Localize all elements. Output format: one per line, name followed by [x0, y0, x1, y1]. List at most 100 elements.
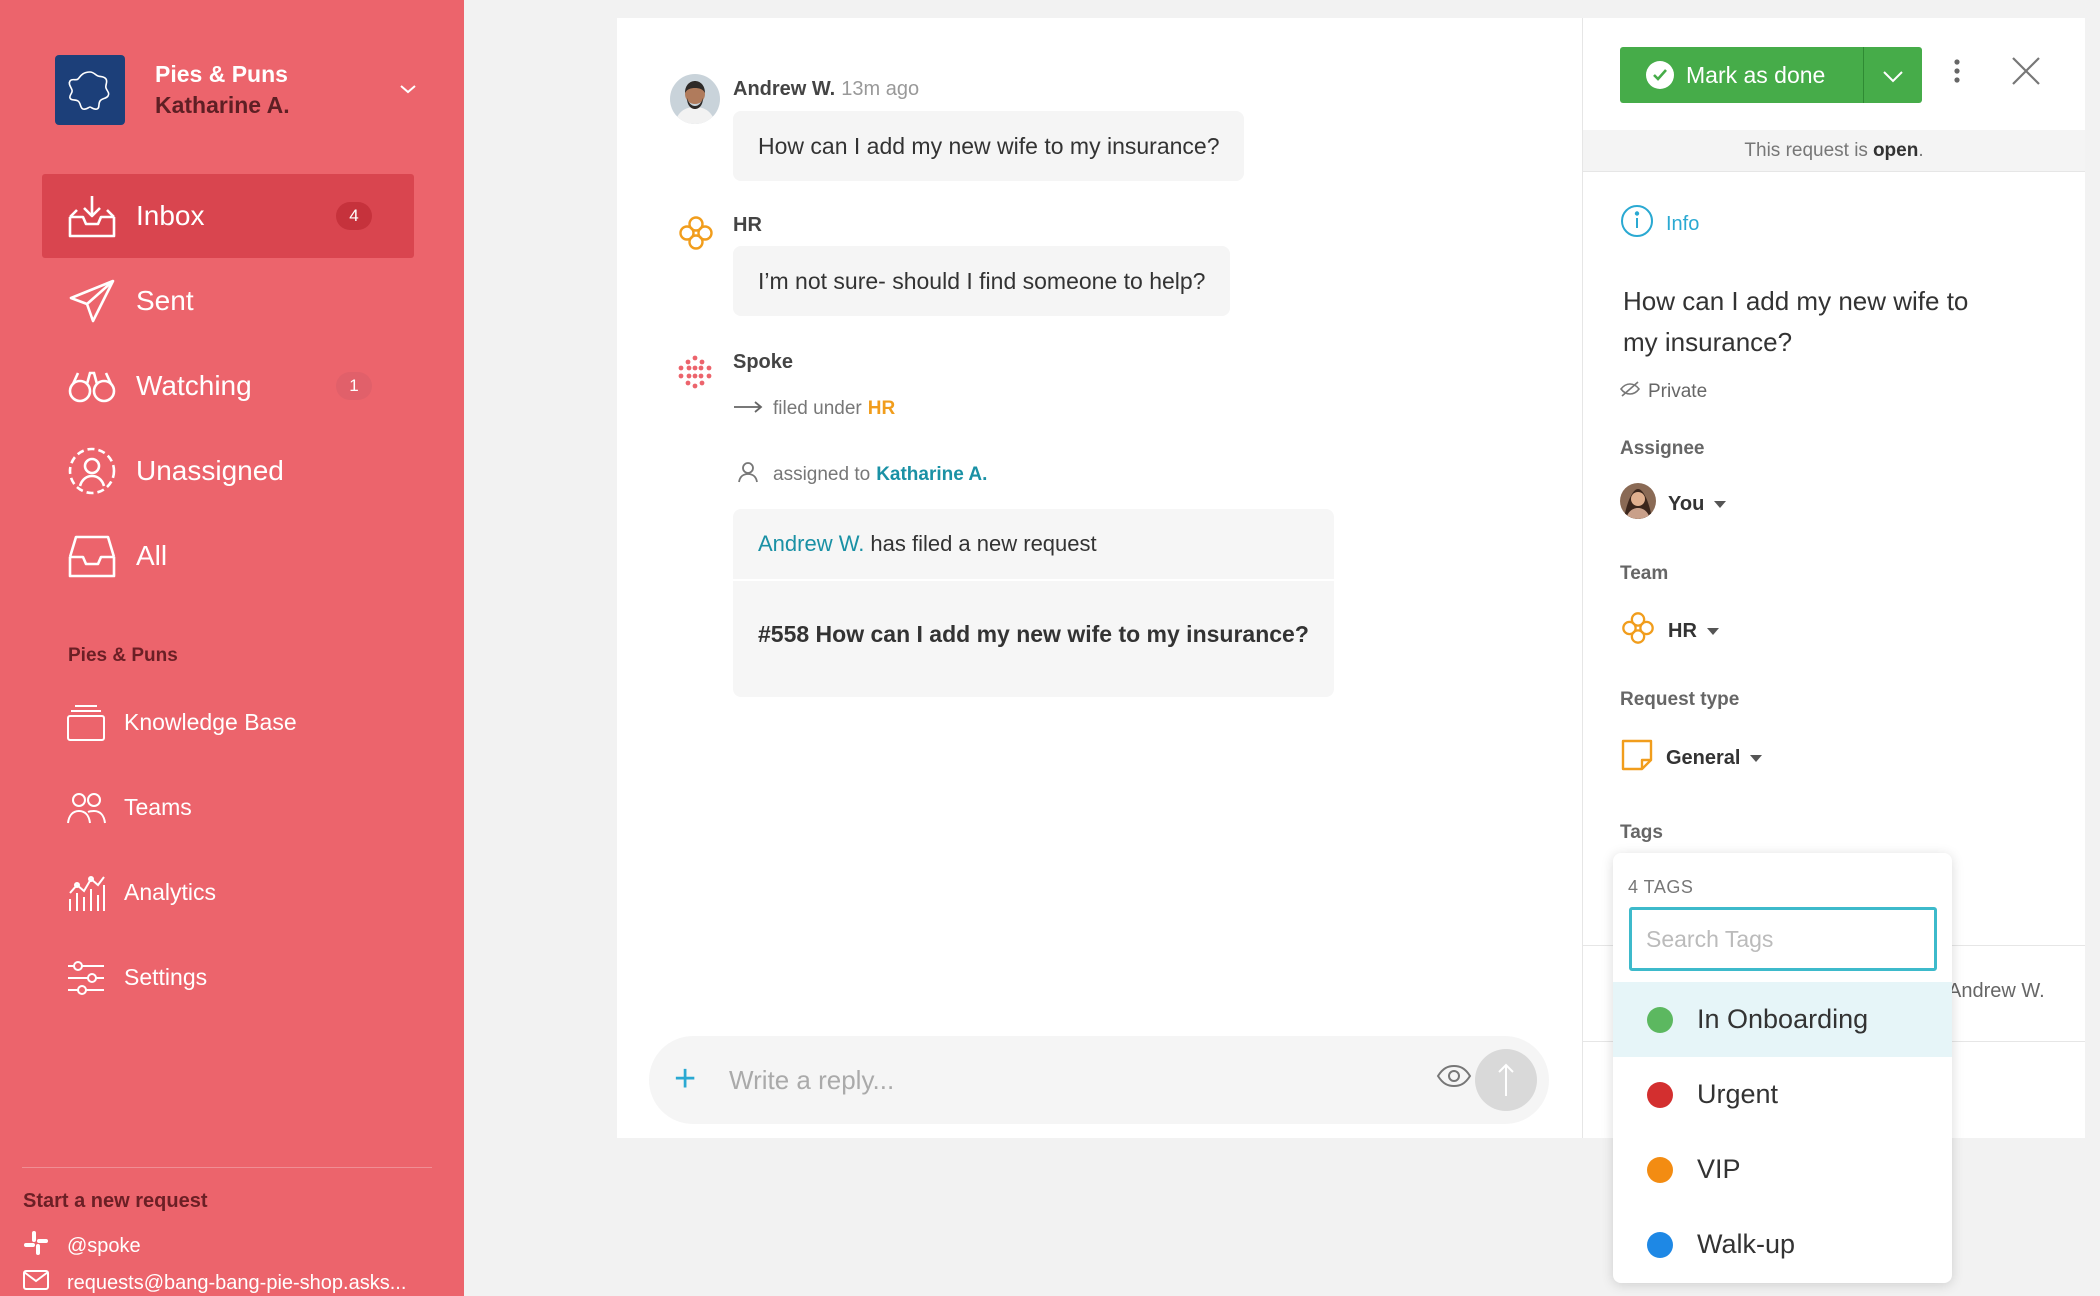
card-action-text: has filed a new request [870, 531, 1097, 556]
org-switcher[interactable]: Pies & Puns Katharine A. [55, 55, 435, 125]
new-request-title: Start a new request [23, 1190, 208, 1212]
message-time: 13m ago [841, 78, 920, 100]
filed-team-link[interactable]: HR [868, 398, 895, 420]
nav-label-analytics: Analytics [124, 879, 217, 905]
message-header: Andrew W. 13m ago [733, 78, 919, 101]
nav-item-teams[interactable]: Teams [62, 765, 422, 850]
status-prefix: This request is [1744, 139, 1868, 161]
nav-item-inbox[interactable]: Inbox 4 [42, 174, 414, 258]
tag-color-dot [1647, 1081, 1673, 1108]
tag-option-walk-up[interactable]: Walk-up [1613, 1207, 1952, 1282]
request-title: How can I add my new wife to my insuranc… [1623, 286, 1969, 357]
close-icon[interactable] [2011, 56, 2041, 91]
filed-under-text: filed under [773, 398, 862, 419]
main-nav: Inbox 4 Sent Watching 1 Unassigned All [42, 174, 414, 599]
tag-option-in-onboarding[interactable]: In Onboarding [1613, 982, 1952, 1057]
message-author: Andrew W. [733, 78, 836, 100]
nav-label-unassigned: Unassigned [136, 455, 284, 486]
hr-team-icon [1620, 610, 1656, 652]
team-value: HR [1668, 619, 1697, 642]
chevron-down-icon[interactable] [396, 77, 420, 106]
chevron-down-icon[interactable] [1878, 61, 1908, 97]
sidebar-divider [22, 1167, 432, 1168]
slack-contact[interactable]: @spoke [23, 1230, 443, 1262]
nav-item-unassigned[interactable]: Unassigned [42, 429, 414, 513]
tab-info[interactable]: Info [1620, 204, 1699, 244]
send-button[interactable] [1475, 1049, 1537, 1111]
hr-team-icon [677, 214, 715, 257]
filed-under-event: filed under HR [733, 398, 895, 420]
sidebar: Pies & Puns Katharine A. Inbox 4 Sent Wa… [0, 0, 464, 1296]
tag-option-vip[interactable]: VIP [1613, 1132, 1952, 1207]
tab-info-label: Info [1666, 212, 1700, 235]
eye-icon[interactable] [1436, 1064, 1472, 1093]
privacy-label: Private [1648, 381, 1708, 402]
info-icon [1620, 204, 1654, 244]
message-bubble: I’m not sure- should I find someone to h… [733, 246, 1231, 316]
privacy-indicator[interactable]: Private [1619, 381, 1708, 403]
mark-as-done-button[interactable]: Mark as done [1620, 47, 1922, 103]
requester-name: Andrew W. [1948, 980, 2045, 1002]
org-user: Katharine A. [155, 92, 290, 118]
assigned-user-link[interactable]: Katharine A. [876, 464, 987, 486]
button-divider [1863, 47, 1864, 103]
assignee-select[interactable]: You [1620, 483, 1727, 525]
tags-search-input[interactable] [1629, 907, 1937, 971]
message-avatar-andrew [670, 74, 720, 124]
eye-slash-icon [1619, 381, 1641, 403]
inbox-count-badge: 4 [336, 202, 372, 230]
nav-item-settings[interactable]: Settings [62, 935, 422, 1020]
more-options-icon[interactable] [1953, 58, 1961, 89]
nav-item-knowledge-base[interactable]: Knowledge Base [62, 680, 422, 765]
user-icon [737, 461, 759, 489]
message-author: HR [733, 214, 762, 236]
plus-icon[interactable]: + [674, 1060, 696, 1098]
tags-dropdown: 4 TAGS In Onboarding Urgent VIP Walk-up [1613, 853, 1952, 1283]
stack-icon [62, 699, 110, 747]
team-label: Team [1620, 563, 1669, 584]
nav-item-analytics[interactable]: Analytics [62, 850, 422, 935]
conversation-pane: Andrew W. 13m ago How can I add my new wi… [617, 18, 1582, 1138]
inbox-icon [66, 190, 118, 242]
nav-label-teams: Teams [124, 794, 192, 820]
caret-down-icon [1706, 627, 1719, 635]
avatar [1620, 483, 1656, 525]
reply-composer: + [649, 1036, 1549, 1124]
sliders-icon [62, 954, 110, 1002]
analytics-chart-icon [62, 869, 110, 917]
request-status-bar: This request is open. [1583, 130, 2085, 172]
tags-label: Tags [1620, 822, 1663, 843]
nav-item-watching[interactable]: Watching 1 [42, 344, 414, 428]
status-suffix: . [1918, 139, 1924, 161]
tag-label: Urgent [1697, 1079, 1779, 1109]
slack-handle: @spoke [67, 1234, 141, 1257]
people-icon [62, 784, 110, 832]
org-logo [55, 55, 125, 125]
nav-label-watching: Watching [136, 370, 252, 401]
nav-item-sent[interactable]: Sent [42, 259, 414, 343]
nav-label-all: All [136, 540, 168, 571]
caret-down-icon [1750, 754, 1763, 762]
request-type-select[interactable]: General [1620, 738, 1763, 778]
team-select[interactable]: HR [1620, 610, 1719, 652]
tray-icon [66, 530, 118, 582]
tag-color-dot [1647, 1156, 1673, 1183]
paper-plane-icon [66, 275, 118, 327]
tag-label: Walk-up [1697, 1229, 1796, 1259]
nav-label-sent: Sent [136, 285, 194, 316]
nav-item-all[interactable]: All [42, 514, 414, 598]
binoculars-icon [66, 360, 118, 412]
secondary-nav: Knowledge Base Teams Analytics Settings [62, 680, 422, 1020]
request-type-label: Request type [1620, 689, 1740, 710]
envelope-icon [23, 1270, 49, 1296]
tag-option-urgent[interactable]: Urgent [1613, 1057, 1952, 1132]
email-contact[interactable]: requests@bang-bang-pie-shop.asks... [23, 1270, 443, 1296]
requester-link[interactable]: Andrew W. [758, 531, 864, 557]
request-title-link[interactable]: #558 How can I add my new wife to my ins… [733, 581, 1334, 648]
tag-label: VIP [1697, 1154, 1741, 1184]
tag-color-dot [1647, 1006, 1673, 1033]
sticky-note-icon [1620, 738, 1654, 778]
tag-label: In Onboarding [1697, 1004, 1869, 1034]
reply-input[interactable] [729, 1058, 1329, 1102]
nav-label-inbox: Inbox [136, 200, 205, 231]
